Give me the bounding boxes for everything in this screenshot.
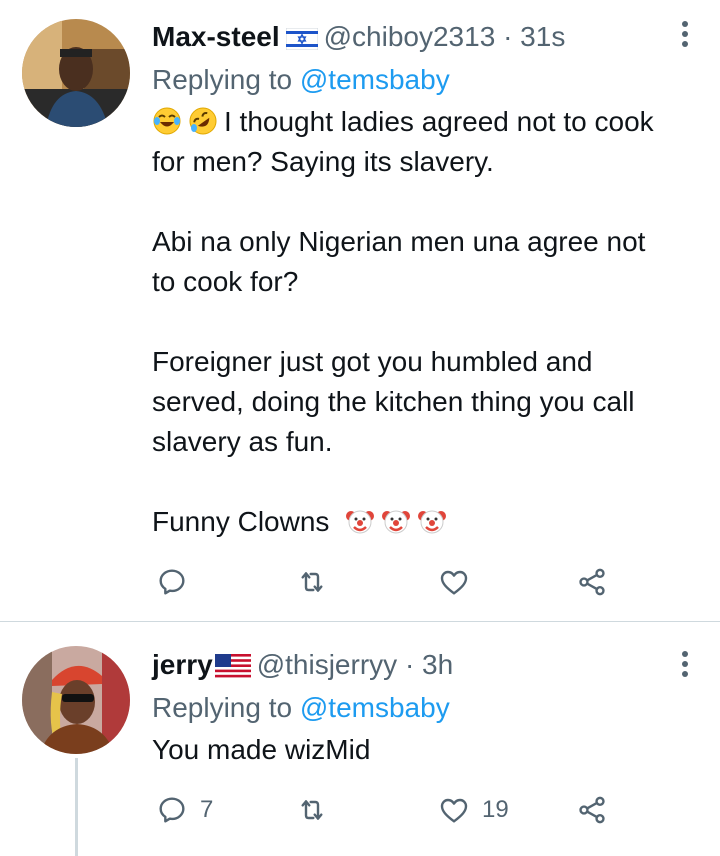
replying-to-mention[interactable]: @temsbaby	[300, 64, 450, 95]
paragraph: I thought ladies agreed not to cook for …	[152, 102, 670, 182]
reply-icon	[159, 797, 185, 823]
like-button[interactable]	[438, 562, 482, 602]
share-button[interactable]	[576, 562, 608, 602]
replying-to-mention[interactable]: @temsbaby	[300, 692, 450, 723]
handle[interactable]: @thisjerryy	[257, 649, 397, 680]
retweet-button[interactable]	[296, 562, 340, 602]
like-button[interactable]: 19	[438, 790, 509, 830]
paragraph: Foreigner just got you humbled and serve…	[152, 342, 670, 462]
replying-to-label: Replying to	[152, 64, 293, 95]
retweet-icon	[301, 572, 323, 592]
timestamp[interactable]: 3h	[422, 649, 453, 680]
tweet[interactable]: Max-steel @chiboy2313 · 31s Replying to @…	[0, 0, 720, 622]
display-name[interactable]: jerry	[152, 649, 213, 680]
rolling-on-the-floor-laughing-emoji-icon	[188, 106, 218, 136]
paragraph: You made wizMid	[152, 730, 670, 770]
israel-flag-icon	[285, 22, 319, 60]
tweet-text: You made wizMid	[152, 730, 670, 770]
reply-button[interactable]	[156, 562, 200, 602]
avatar[interactable]	[22, 19, 130, 127]
paragraph-text: I thought ladies agreed not to cook for …	[152, 106, 654, 177]
retweet-icon	[301, 800, 323, 820]
share-icon	[579, 568, 605, 596]
reply-button[interactable]: 7	[156, 790, 213, 830]
avatar[interactable]	[22, 646, 130, 754]
paragraph: Abi na only Nigerian men una agree not t…	[152, 222, 670, 302]
tweet-header: Max-steel @chiboy2313 · 31s	[152, 18, 670, 60]
clown-face-emoji-icon	[417, 506, 447, 536]
thread-connector-line	[75, 758, 78, 856]
replying-to: Replying to @temsbaby	[152, 688, 670, 728]
replying-to-label: Replying to	[152, 692, 293, 723]
more-options-icon[interactable]	[678, 18, 692, 58]
face-with-tears-of-joy-emoji-icon	[152, 106, 182, 136]
retweet-button[interactable]	[296, 790, 340, 830]
tweet-actions: 7 19	[152, 790, 632, 830]
paragraph-text: Funny Clowns	[152, 506, 330, 537]
tweet-header: jerry @thisjerryy · 3h	[152, 646, 670, 688]
share-button[interactable]	[576, 790, 608, 830]
separator: ·	[503, 21, 513, 52]
heart-icon	[440, 798, 468, 823]
separator: ·	[404, 649, 415, 680]
share-icon	[579, 796, 605, 824]
timestamp[interactable]: 31s	[520, 21, 565, 52]
more-options-icon[interactable]	[678, 648, 692, 688]
like-count: 19	[482, 796, 509, 823]
replying-to: Replying to @temsbaby	[152, 60, 670, 100]
tweet[interactable]: jerry @thisjerryy · 3h Replying to @temsb…	[0, 622, 720, 856]
clown-face-emoji-icon	[381, 506, 411, 536]
reply-count: 7	[200, 796, 214, 823]
display-name[interactable]: Max-steel	[152, 21, 280, 52]
clown-face-emoji-icon	[345, 506, 375, 536]
usa-flag-icon	[214, 650, 251, 688]
reply-icon	[159, 569, 185, 595]
tweet-actions	[152, 562, 632, 602]
handle[interactable]: @chiboy2313	[324, 21, 496, 52]
heart-icon	[440, 570, 468, 595]
paragraph-text: You made wizMid	[152, 734, 371, 765]
paragraph-text: Foreigner just got you humbled and serve…	[152, 346, 635, 457]
paragraph-text: Abi na only Nigerian men una agree not t…	[152, 226, 646, 297]
paragraph: Funny Clowns	[152, 502, 670, 542]
tweet-text: I thought ladies agreed not to cook for …	[152, 102, 670, 542]
